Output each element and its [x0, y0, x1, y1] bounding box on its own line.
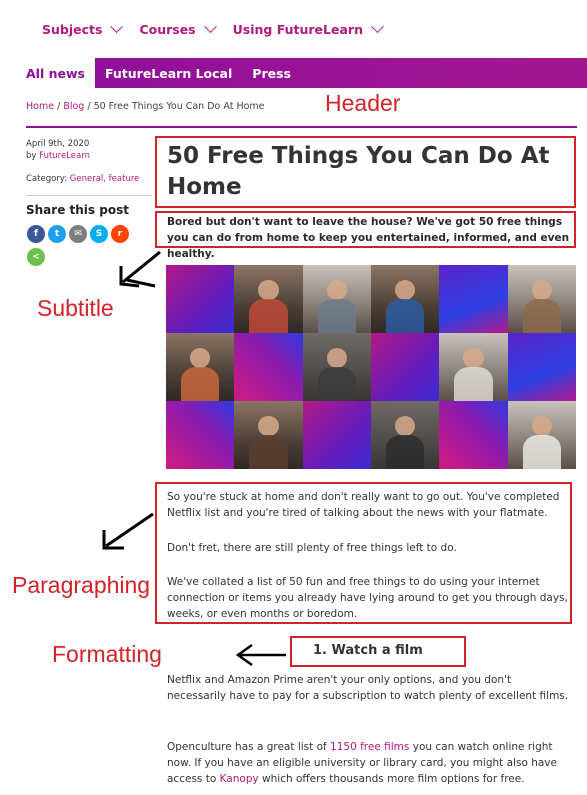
author-link[interactable]: FutureLearn — [39, 151, 90, 161]
chevron-down-icon — [371, 19, 384, 33]
by-prefix: by — [26, 150, 40, 161]
facebook-icon: f — [34, 229, 38, 239]
article-paragraph: Openculture has a great list of 1150 fre… — [167, 739, 573, 787]
chevron-down-icon — [203, 19, 217, 33]
hero-tile — [234, 265, 303, 333]
annotation-subtitle-label: Subtitle — [37, 295, 114, 321]
hero-tile — [371, 333, 440, 401]
tab-press[interactable]: Press — [242, 58, 301, 88]
hero-tile — [507, 265, 576, 333]
annotation-header-label: Header — [325, 90, 401, 116]
hero-tile — [302, 401, 371, 469]
hero-tile — [507, 333, 576, 401]
twitter-share-button[interactable]: t — [48, 225, 66, 243]
hero-tile — [439, 265, 508, 333]
nav-using-futurelearn[interactable]: Using FutureLearn — [232, 19, 384, 37]
annotation-paragraphing-label: Paragraphing — [12, 572, 151, 598]
hero-tile — [234, 401, 303, 469]
hero-tile — [166, 401, 235, 469]
hero-tile — [234, 333, 303, 401]
facebook-share-button[interactable]: f — [27, 225, 45, 243]
chevron-down-icon — [110, 19, 124, 33]
breadcrumb-separator: / — [84, 101, 94, 112]
skype-share-button[interactable]: S — [90, 225, 108, 243]
reddit-share-button[interactable]: r — [111, 225, 129, 243]
post-author-line: by FutureLearn — [26, 151, 156, 163]
hero-tile — [166, 333, 235, 401]
top-navigation: Subjects Courses Using FutureLearn — [0, 0, 587, 58]
article-paragraph: So you're stuck at home and don't really… — [167, 491, 560, 519]
nav-subjects-label: Subjects — [42, 21, 103, 37]
share-icon: < — [32, 252, 40, 262]
article-paragraph: Don't fret, there are still plenty of fr… — [167, 542, 457, 554]
meta-divider — [26, 195, 151, 196]
hero-tile — [166, 265, 235, 333]
kanopy-link[interactable]: Kanopy — [220, 773, 259, 785]
tab-all-news[interactable]: All news — [16, 58, 95, 88]
twitter-icon: t — [54, 229, 60, 239]
breadcrumb-current: 50 Free Things You Can Do At Home — [93, 101, 265, 112]
share-title: Share this post — [26, 203, 129, 217]
post-date: April 9th, 2020 — [26, 139, 90, 149]
hero-tile — [371, 265, 440, 333]
paragraph-text: Openculture has a great list of — [167, 741, 331, 753]
nav-courses-label: Courses — [139, 21, 196, 37]
post-meta: April 9th, 2020 by FutureLearn Category:… — [26, 139, 156, 186]
email-share-button[interactable]: ✉ — [69, 225, 87, 243]
annotation-formatting-arrow — [235, 643, 286, 667]
hero-tile — [302, 265, 371, 333]
post-category: Category: General, feature — [26, 174, 156, 186]
nav-using-label: Using FutureLearn — [232, 21, 363, 37]
category-prefix: Category: — [26, 173, 70, 184]
hero-tile — [507, 401, 576, 469]
reddit-icon: r — [117, 229, 123, 239]
breadcrumb-home[interactable]: Home — [26, 101, 54, 112]
nav-courses[interactable]: Courses — [139, 19, 217, 37]
hero-tile — [371, 401, 440, 469]
annotation-subtitle-arrow — [119, 250, 161, 288]
breadcrumb-separator: / — [54, 101, 64, 112]
section-heading: 1. Watch a film — [313, 643, 423, 658]
share-buttons-row-2: < — [27, 248, 45, 266]
news-subnav: All news FutureLearn Local Press — [16, 58, 587, 88]
annotation-paragraphing-arrow — [102, 512, 154, 550]
breadcrumb-blog[interactable]: Blog — [63, 101, 84, 112]
hero-tile — [439, 401, 508, 469]
email-icon: ✉ — [74, 229, 82, 239]
breadcrumb: Home / Blog / 50 Free Things You Can Do … — [26, 101, 265, 112]
paragraph-text: which offers thousands more film options… — [258, 773, 525, 785]
article-paragraph: Netflix and Amazon Prime aren't your onl… — [167, 674, 569, 702]
category-links[interactable]: General, feature — [70, 174, 140, 184]
free-films-link[interactable]: 1150 free films — [330, 741, 409, 753]
breadcrumb-divider — [26, 126, 577, 128]
hero-tile — [439, 333, 508, 401]
generic-share-button[interactable]: < — [27, 248, 45, 266]
skype-icon: S — [95, 229, 103, 239]
nav-subjects[interactable]: Subjects — [42, 19, 124, 37]
article-subtitle: Bored but don't want to leave the house?… — [167, 216, 570, 260]
share-buttons-row: f t ✉ S r — [27, 225, 129, 243]
hero-tile — [302, 333, 371, 401]
article-title: 50 Free Things You Can Do At Home — [167, 143, 550, 200]
tab-futurelearn-local[interactable]: FutureLearn Local — [95, 58, 242, 88]
article-paragraph: We've collated a list of 50 fun and free… — [167, 576, 568, 620]
annotation-formatting-label: Formatting — [52, 641, 162, 667]
hero-image — [166, 265, 576, 469]
